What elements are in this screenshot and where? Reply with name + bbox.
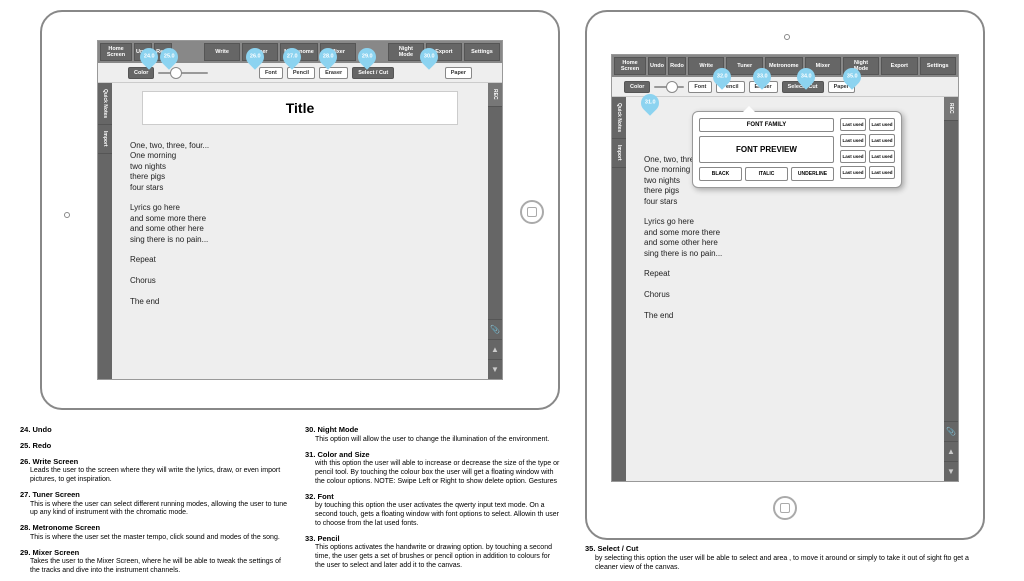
camera-icon bbox=[64, 212, 70, 218]
sub-toolbar: Color Font Pencil Eraser Select / Cut Pa… bbox=[612, 77, 958, 97]
font-preview-box: FONT PREVIEW bbox=[699, 136, 834, 163]
sidebar-right: REC 📎 ▲ ▼ bbox=[488, 83, 502, 379]
write-button[interactable]: Write bbox=[204, 43, 240, 61]
font-popup: FONT FAMILY FONT PREVIEW BLACK ITALIC UN… bbox=[692, 111, 902, 188]
quick-notes-tab[interactable]: Quick Notes bbox=[98, 83, 112, 125]
import-tab[interactable]: Import bbox=[98, 125, 112, 154]
down-arrow-icon[interactable]: ▼ bbox=[944, 461, 958, 481]
canvas[interactable]: Title One, two, three, four... One morni… bbox=[112, 83, 488, 379]
description-column-2: 30. Night ModeThis option will allow the… bbox=[305, 425, 560, 576]
home-screen-button[interactable]: Home Screen bbox=[100, 43, 132, 61]
screen: Home Screen Undo Redo Write Tuner Metron… bbox=[611, 54, 959, 482]
paper-button[interactable]: Paper bbox=[445, 67, 472, 79]
rec-tab[interactable]: REC bbox=[944, 97, 958, 121]
home-button[interactable] bbox=[520, 200, 544, 224]
undo-button[interactable]: Undo bbox=[648, 57, 666, 75]
description-column-3: 35. Select / Cutby selecting this option… bbox=[585, 544, 975, 577]
title-field[interactable]: Title bbox=[142, 91, 458, 125]
sidebar-left: Quick Notes Import bbox=[612, 97, 626, 481]
night-mode-button[interactable]: Night Mode bbox=[388, 43, 424, 61]
italic-button[interactable]: ITALIC bbox=[745, 167, 788, 181]
color-button[interactable]: Color bbox=[624, 81, 650, 93]
last-used-button[interactable]: Last used bbox=[840, 166, 866, 179]
import-tab[interactable]: Import bbox=[612, 139, 626, 168]
home-button[interactable] bbox=[773, 496, 797, 520]
redo-button[interactable]: Redo bbox=[668, 57, 686, 75]
quick-notes-tab[interactable]: Quick Notes bbox=[612, 97, 626, 139]
screen: Home Screen Undo Redo Write Tuner Metron… bbox=[97, 40, 503, 380]
up-arrow-icon[interactable]: ▲ bbox=[488, 339, 502, 359]
home-screen-button[interactable]: Home Screen bbox=[614, 57, 646, 75]
size-slider[interactable] bbox=[158, 69, 208, 77]
last-used-button[interactable]: Last used bbox=[840, 134, 866, 147]
tablet-landscape: Home Screen Undo Redo Write Tuner Metron… bbox=[40, 10, 560, 410]
description-column-1: 24. Undo 25. Redo 26. Write ScreenLeads … bbox=[20, 425, 290, 581]
last-used-button[interactable]: Last used bbox=[869, 118, 895, 131]
font-family-box[interactable]: FONT FAMILY bbox=[699, 118, 834, 132]
size-slider[interactable] bbox=[654, 83, 684, 91]
camera-icon bbox=[784, 34, 790, 40]
rec-tab[interactable]: REC bbox=[488, 83, 502, 107]
sidebar-right: REC 📎 ▲ ▼ bbox=[944, 97, 958, 481]
last-used-button[interactable]: Last used bbox=[869, 150, 895, 163]
last-used-button[interactable]: Last used bbox=[840, 150, 866, 163]
font-button[interactable]: Font bbox=[688, 81, 712, 93]
settings-button[interactable]: Settings bbox=[464, 43, 500, 61]
up-arrow-icon[interactable]: ▲ bbox=[944, 441, 958, 461]
font-button[interactable]: Font bbox=[259, 67, 283, 79]
black-button[interactable]: BLACK bbox=[699, 167, 742, 181]
top-toolbar: Home Screen Undo Redo Write Tuner Metron… bbox=[612, 55, 958, 77]
sub-toolbar: Color Font Pencil Eraser Select / Cut Pa… bbox=[98, 63, 502, 83]
last-used-button[interactable]: Last used bbox=[869, 134, 895, 147]
underline-button[interactable]: UNDERLINE bbox=[791, 167, 834, 181]
clip-icon[interactable]: 📎 bbox=[944, 421, 958, 441]
eraser-button[interactable]: Eraser bbox=[319, 67, 348, 79]
select-cut-button[interactable]: Select / Cut bbox=[352, 67, 394, 79]
lyrics-text[interactable]: One, two, three, four... One morning two… bbox=[124, 141, 476, 307]
clip-icon[interactable]: 📎 bbox=[488, 319, 502, 339]
last-used-button[interactable]: Last used bbox=[840, 118, 866, 131]
settings-button[interactable]: Settings bbox=[920, 57, 956, 75]
export-button[interactable]: Export bbox=[881, 57, 917, 75]
last-used-button[interactable]: Last used bbox=[869, 166, 895, 179]
sidebar-left: Quick Notes Import bbox=[98, 83, 112, 379]
down-arrow-icon[interactable]: ▼ bbox=[488, 359, 502, 379]
tablet-portrait: Home Screen Undo Redo Write Tuner Metron… bbox=[585, 10, 985, 540]
